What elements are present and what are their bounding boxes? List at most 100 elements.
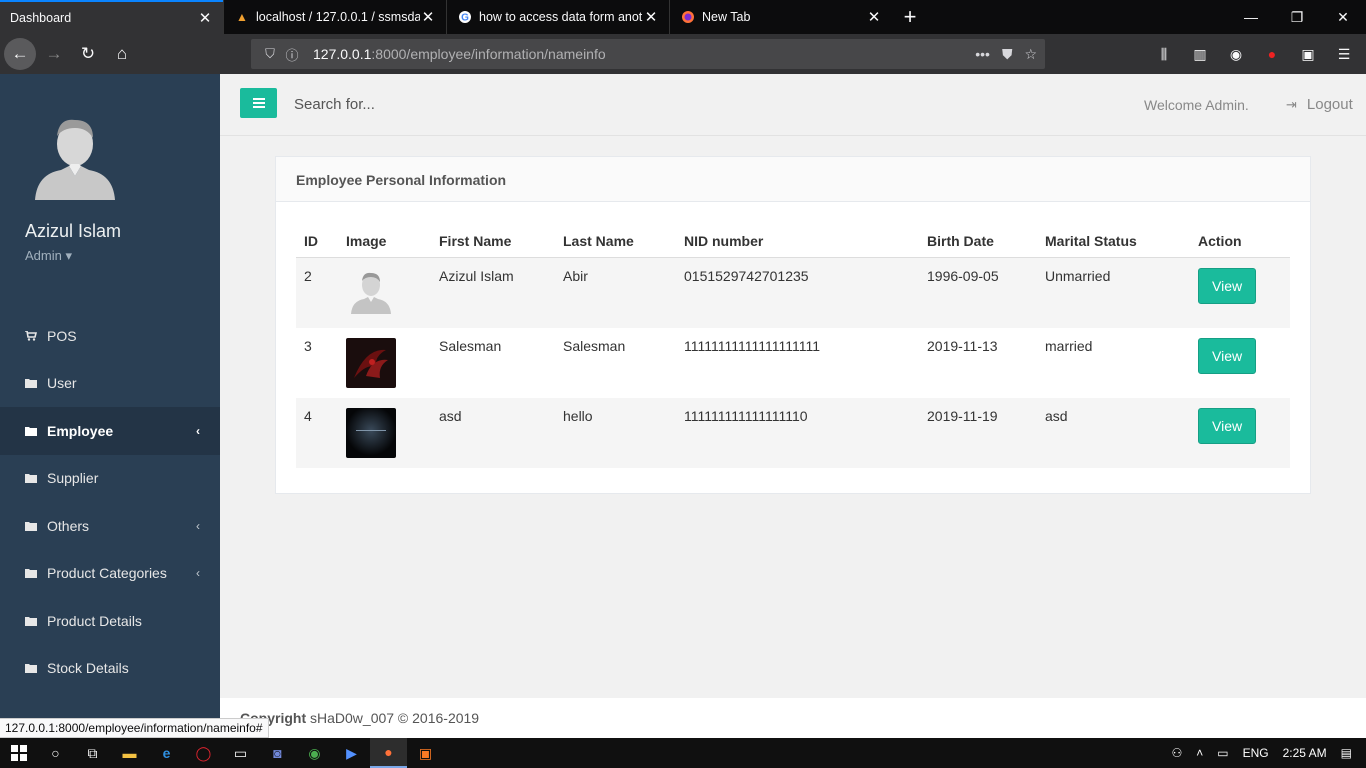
cell-last-name: Salesman: [563, 338, 626, 354]
close-icon[interactable]: ✕: [420, 8, 436, 26]
sidebar-item-supplier[interactable]: Supplier: [0, 455, 220, 503]
cell-first-name: Azizul Islam: [439, 268, 514, 284]
url-bar[interactable]: ⛉ ⓘ 127.0.0.1:8000/employee/information/…: [251, 39, 1045, 69]
sidebar-toggle-icon[interactable]: ▥: [1184, 38, 1216, 70]
xampp-icon[interactable]: ▣: [407, 738, 444, 768]
search-input[interactable]: Search for...: [294, 96, 375, 113]
employee-table: ID Image First Name Last Name NID number…: [296, 223, 1290, 468]
discord-icon[interactable]: ◙: [259, 738, 296, 768]
tab-new-tab[interactable]: New Tab ✕: [669, 0, 892, 34]
powershell-icon[interactable]: ▶: [333, 738, 370, 768]
folder-icon: [25, 426, 37, 436]
restore-icon[interactable]: ❐: [1274, 0, 1320, 34]
search-icon[interactable]: ○: [37, 738, 74, 768]
window-controls: — ❐ ✕: [1228, 0, 1366, 34]
column-header: Birth Date: [919, 223, 1037, 258]
cart-icon: [25, 330, 37, 341]
notification-icon[interactable]: ▤: [1341, 746, 1352, 760]
cell-nid: 111111111111111110: [684, 408, 808, 424]
firefox-icon[interactable]: ●: [370, 738, 407, 768]
cell-marital-status: asd: [1045, 408, 1068, 424]
pocket-icon[interactable]: ⛊: [1002, 46, 1013, 63]
cell-action: View: [1190, 398, 1290, 468]
tab-google-search[interactable]: G how to access data form anoth ✕: [446, 0, 669, 34]
cell-id: 4: [304, 408, 312, 424]
employee-photo: [346, 408, 396, 458]
page-actions-icon[interactable]: •••: [975, 46, 990, 63]
shield-icon[interactable]: ⛉: [259, 46, 281, 62]
cell-action: View: [1190, 328, 1290, 398]
close-icon[interactable]: ✕: [197, 9, 213, 27]
url-text[interactable]: 127.0.0.1:8000/employee/information/name…: [313, 46, 975, 62]
folder-icon: [25, 474, 37, 484]
close-window-icon[interactable]: ✕: [1320, 0, 1366, 34]
reload-button[interactable]: ↻: [72, 38, 104, 70]
logout-link[interactable]: ⇥ Logout: [1286, 96, 1353, 113]
task-view-icon[interactable]: ⧉: [74, 738, 111, 768]
table-row: 4 asd hello 111111111111111110 2019-11-1…: [296, 398, 1290, 468]
status-url: 127.0.0.1:8000/employee/information/name…: [0, 718, 269, 738]
chevron-left-icon: ‹: [196, 423, 200, 438]
extension-icon[interactable]: ▣: [1292, 38, 1324, 70]
tab-dashboard[interactable]: Dashboard ✕: [0, 0, 223, 34]
top-header: Search for... Welcome Admin. ⇥ Logout: [220, 74, 1366, 136]
library-icon[interactable]: ⫼: [1148, 38, 1180, 70]
cell-birth-date: 2019-11-13: [927, 338, 998, 354]
terminal-icon[interactable]: ▭: [222, 738, 259, 768]
sidebar-item-user[interactable]: User: [0, 360, 220, 408]
file-explorer-icon[interactable]: ▬: [111, 738, 148, 768]
sidebar-item-label: Stock Details: [47, 660, 129, 677]
sidebar-menu: POS User Employee ‹ Supplier Others ‹ Pr…: [0, 312, 220, 692]
column-header: First Name: [431, 223, 555, 258]
cell-first-name: asd: [439, 408, 462, 424]
sidebar-item-product-details[interactable]: Product Details: [0, 597, 220, 645]
cell-marital-status: married: [1045, 338, 1093, 354]
sidebar-item-stock-details[interactable]: Stock Details: [0, 645, 220, 693]
info-icon[interactable]: ⓘ: [281, 45, 303, 64]
app-icon[interactable]: ◉: [296, 738, 333, 768]
firefox-icon: [680, 9, 696, 25]
network-icon[interactable]: ▭: [1217, 746, 1228, 760]
opera-icon[interactable]: ◯: [185, 738, 222, 768]
bookmark-star-icon[interactable]: ☆: [1024, 46, 1037, 63]
column-header: ID: [296, 223, 338, 258]
sidebar-item-label: Employee: [47, 422, 114, 439]
browser-tab-bar: Dashboard ✕ ▲ localhost / 127.0.0.1 / ss…: [0, 0, 1366, 34]
minimize-icon[interactable]: —: [1228, 0, 1274, 34]
clock[interactable]: 2:25 AM: [1283, 746, 1327, 760]
sidebar-item-label: Others: [47, 517, 90, 534]
view-button[interactable]: View: [1198, 268, 1257, 304]
cell-nid: 0151529742701235: [684, 268, 809, 284]
extension-icon[interactable]: ●: [1256, 38, 1288, 70]
people-icon[interactable]: ⚇: [1171, 746, 1182, 760]
sidebar-item-product-categories[interactable]: Product Categories ‹: [0, 550, 220, 598]
column-header: NID number: [676, 223, 919, 258]
cell-first-name: Salesman: [439, 338, 502, 354]
new-tab-button[interactable]: +: [892, 0, 928, 34]
browser-nav-bar: ← → ↻ ⌂ ⛉ ⓘ 127.0.0.1:8000/employee/info…: [0, 34, 1366, 74]
tab-phpmyadmin[interactable]: ▲ localhost / 127.0.0.1 / ssmsdata ✕: [223, 0, 446, 34]
forward-button[interactable]: →: [38, 38, 70, 70]
user-role-dropdown[interactable]: Admin ▾: [25, 248, 220, 264]
chevron-up-icon[interactable]: ˄: [1196, 746, 1203, 760]
sidebar-item-pos[interactable]: POS: [0, 312, 220, 360]
folder-icon: [25, 569, 37, 579]
sidebar-item-employee[interactable]: Employee ‹: [0, 407, 220, 455]
close-icon[interactable]: ✕: [866, 8, 882, 26]
svg-text:G: G: [461, 13, 469, 24]
welcome-text: Welcome Admin.: [1144, 97, 1249, 113]
windows-start-icon[interactable]: [0, 738, 37, 768]
back-button[interactable]: ←: [4, 38, 36, 70]
avatar: [35, 119, 115, 200]
sidebar-item-others[interactable]: Others ‹: [0, 502, 220, 550]
menu-icon[interactable]: ☰: [1328, 38, 1360, 70]
view-button[interactable]: View: [1198, 408, 1257, 444]
view-button[interactable]: View: [1198, 338, 1257, 374]
close-icon[interactable]: ✕: [643, 8, 659, 26]
home-button[interactable]: ⌂: [106, 38, 138, 70]
tab-title: localhost / 127.0.0.1 / ssmsdata: [256, 10, 420, 24]
language-indicator[interactable]: ENG: [1243, 746, 1269, 760]
edge-icon[interactable]: e: [148, 738, 185, 768]
menu-toggle-button[interactable]: [240, 88, 277, 118]
account-icon[interactable]: ◉: [1220, 38, 1252, 70]
